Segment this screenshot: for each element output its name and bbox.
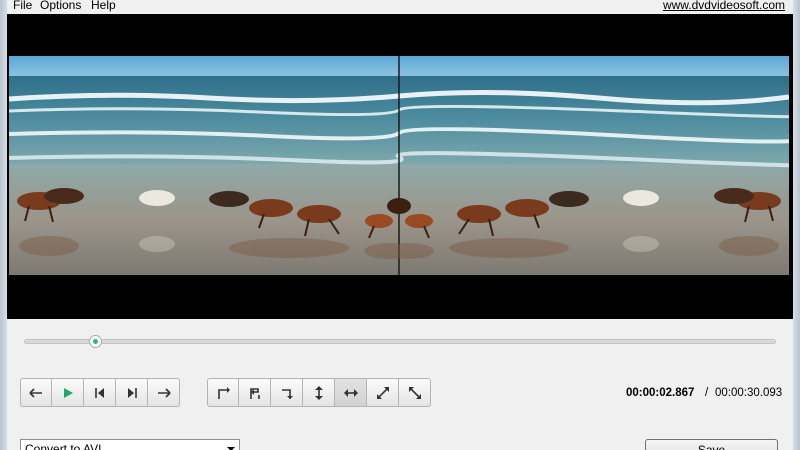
window-frame-right	[793, 0, 800, 450]
window-frame-left	[0, 0, 7, 450]
rotate-left-button[interactable]	[207, 378, 239, 407]
menu-file[interactable]: File	[13, 0, 32, 12]
rotate-right-icon	[281, 388, 293, 399]
flip-vertical-button[interactable]	[303, 378, 335, 407]
output-format-select[interactable]: Convert to AVI	[20, 439, 240, 450]
menu-bar: File Options Help www.dvdvideosoft.com	[7, 0, 793, 14]
transpose-button[interactable]	[367, 378, 399, 407]
go-to-start-button[interactable]	[84, 378, 116, 407]
flip-vertical-icon	[314, 385, 323, 400]
website-link[interactable]: www.dvdvideosoft.com	[663, 0, 785, 12]
transform-controls	[207, 378, 431, 407]
seek-bar[interactable]	[24, 339, 776, 344]
playback-controls	[20, 378, 180, 407]
play-button[interactable]	[52, 378, 84, 407]
time-separator: /	[705, 387, 709, 399]
rotate-180-icon	[249, 387, 260, 399]
rotate-right-button[interactable]	[271, 378, 303, 407]
rotate-left-icon	[218, 386, 230, 399]
output-format-value: Convert to AVI	[25, 442, 102, 450]
current-time: 00:00:02.867	[626, 387, 695, 399]
save-button[interactable]: Save	[645, 439, 778, 450]
rotate-180-button[interactable]	[239, 378, 271, 407]
menu-help[interactable]: Help	[91, 0, 116, 12]
menu-options[interactable]: Options	[40, 0, 81, 12]
arrow-right-icon	[157, 387, 171, 398]
flip-horizontal-icon	[343, 388, 358, 397]
arrow-left-icon	[29, 387, 42, 398]
transverse-icon	[408, 386, 421, 399]
transverse-button[interactable]	[399, 378, 431, 407]
go-to-end-button[interactable]	[116, 378, 148, 407]
video-frame	[9, 56, 789, 275]
skip-forward-icon	[127, 387, 137, 398]
previous-frame-button[interactable]	[20, 378, 52, 407]
next-frame-button[interactable]	[148, 378, 180, 407]
flip-horizontal-button[interactable]	[335, 378, 367, 407]
skip-back-icon	[94, 387, 104, 398]
transpose-icon	[376, 386, 389, 399]
total-time: 00:00:30.093	[715, 387, 783, 399]
seek-thumb[interactable]	[88, 335, 102, 348]
video-frame-image	[9, 56, 789, 275]
video-preview	[7, 14, 793, 319]
play-icon	[63, 387, 73, 398]
